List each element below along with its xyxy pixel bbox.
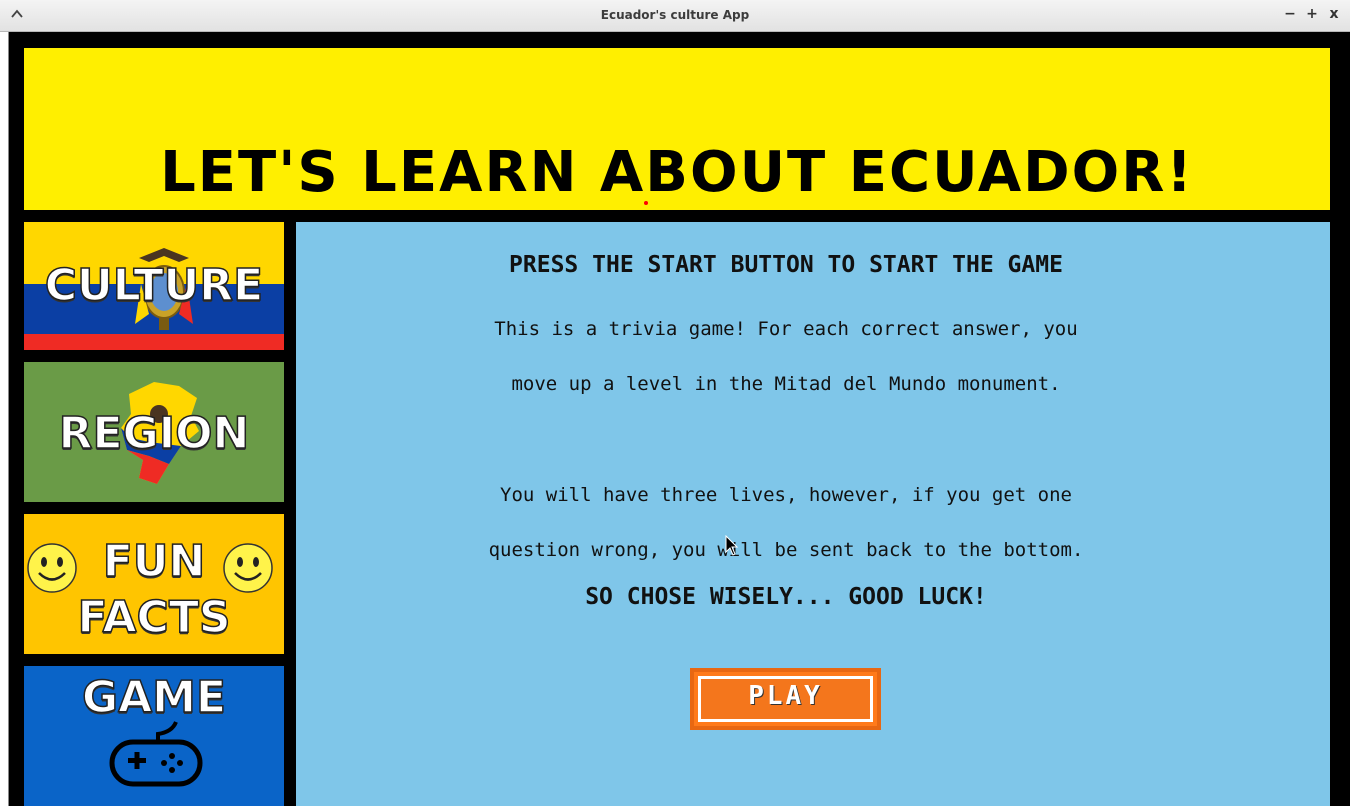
instructions-text-line2: move up a level in the Mitad del Mundo m… xyxy=(511,373,1061,395)
play-button-label: PLAY xyxy=(748,681,823,711)
nav-region-button[interactable]: REGION xyxy=(24,362,284,502)
instructions-text-line4: question wrong, you will be sent back to… xyxy=(488,539,1084,561)
window-titlebar: Ecuador's culture App − + x xyxy=(0,0,1350,32)
instructions-text-line1: This is a trivia game! For each correct … xyxy=(494,318,1078,340)
instructions-heading: PRESS THE START BUTTON TO START THE GAME xyxy=(509,252,1063,278)
page-title: LET'S LEARN ABOUT ECUADOR! xyxy=(160,140,1194,205)
nav-fun-facts-label-line1: FUN xyxy=(102,535,206,588)
maximize-button[interactable]: + xyxy=(1304,6,1320,22)
nav-region-label: REGION xyxy=(58,407,250,460)
play-button[interactable]: PLAY xyxy=(690,668,881,730)
gamepad-icon xyxy=(109,721,203,787)
close-button[interactable]: x xyxy=(1326,6,1342,22)
minimize-button[interactable]: − xyxy=(1282,6,1298,22)
instructions-text-line3: You will have three lives, however, if y… xyxy=(500,484,1072,506)
nav-fun-facts-button[interactable]: FUN FACTS xyxy=(24,514,284,654)
header-banner: LET'S LEARN ABOUT ECUADOR! xyxy=(24,48,1330,210)
nav-game-label: GAME xyxy=(81,671,227,724)
mouse-cursor-icon xyxy=(725,535,739,556)
closing-heading: SO CHOSE WISELY... GOOD LUCK! xyxy=(585,584,987,610)
flag-red-stripe xyxy=(24,334,284,350)
nav-fun-facts-label-line2: FACTS xyxy=(77,591,232,644)
nav-culture-button[interactable]: CULTURE xyxy=(24,222,284,350)
red-dot-marker xyxy=(644,201,648,205)
nav-culture-label: CULTURE xyxy=(44,259,264,312)
window-title: Ecuador's culture App xyxy=(600,8,750,22)
nav-game-button[interactable]: GAME xyxy=(24,666,284,806)
